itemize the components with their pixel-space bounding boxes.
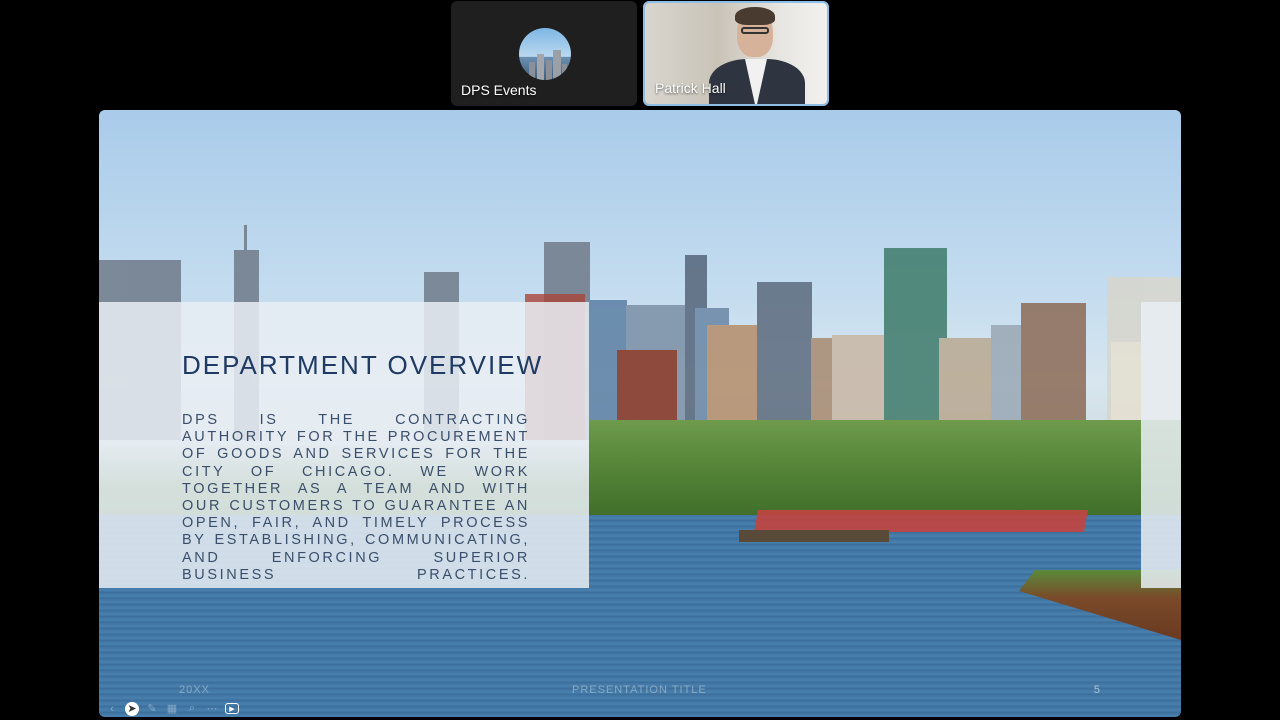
zoom-icon[interactable]: ⌕: [185, 702, 199, 716]
video-icon[interactable]: ▶: [225, 703, 239, 714]
grid-icon[interactable]: ▦: [165, 702, 179, 716]
participant-tile-patrick-hall[interactable]: Patrick Hall: [643, 1, 829, 106]
pen-icon[interactable]: ✎: [145, 702, 159, 716]
red-pedestrian-bridge: [754, 510, 1088, 532]
edge-panel: [1141, 302, 1181, 588]
slide-controls: ‹ ➤ ✎ ▦ ⌕ ⋯ ▶: [99, 700, 239, 717]
participant-tile-dps-events[interactable]: DPS Events: [451, 1, 637, 106]
participant-avatar: [519, 28, 571, 80]
shared-slide: DEPARTMENT OVERVIEW DPS IS THE CONTRACTI…: [99, 110, 1181, 717]
slide-body-text: DPS IS THE CONTRACTING AUTHORITY FOR THE…: [182, 412, 530, 583]
slide-footer-title: PRESENTATION TITLE: [572, 684, 707, 696]
chevron-left-icon[interactable]: ‹: [105, 702, 119, 716]
slide-title: DEPARTMENT OVERVIEW: [182, 350, 544, 380]
pointer-icon[interactable]: ➤: [125, 701, 139, 716]
more-icon[interactable]: ⋯: [205, 702, 219, 716]
participant-name: DPS Events: [461, 82, 537, 98]
slide-page-number: 5: [1093, 684, 1101, 696]
slide-footer-year: 20XX: [179, 684, 210, 696]
participant-name: Patrick Hall: [655, 80, 726, 96]
